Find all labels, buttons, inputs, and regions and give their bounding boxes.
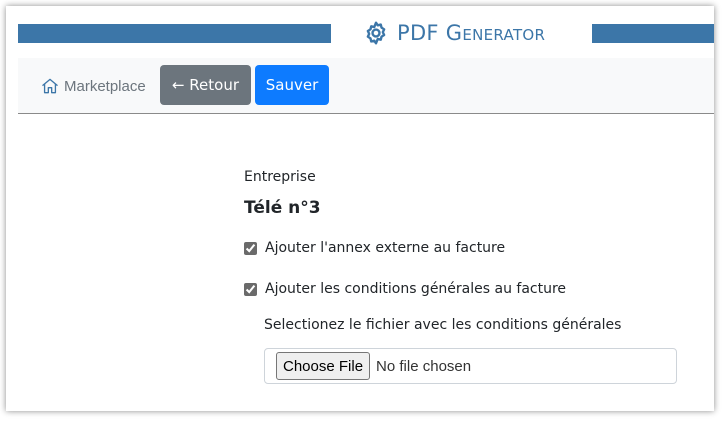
back-button[interactable]: ← Retour [160,65,251,105]
banner-stripe-right [592,24,714,43]
terms-option-label: Ajouter les conditions générales au fact… [265,281,567,297]
annex-checkbox[interactable] [244,241,257,255]
choose-file-button[interactable]: Choose File [276,352,371,380]
app-window: PDF Generator Marketplace ← Retour Sauve… [6,6,714,411]
company-name: Télé n°3 [244,198,321,218]
marketplace-link[interactable]: Marketplace [40,73,146,99]
annex-option[interactable]: Ajouter l'annex externe au facture [244,237,505,259]
save-button[interactable]: Sauver [255,65,329,105]
settings-form: Entreprise Télé n°3 Ajouter l'annex exte… [6,114,714,411]
banner-stripe-left [18,24,331,43]
home-icon [40,76,60,96]
terms-checkbox[interactable] [244,282,257,296]
file-status: No file chosen [376,357,472,375]
marketplace-label: Marketplace [64,77,146,95]
header-banner: PDF Generator [6,6,714,58]
toolbar: Marketplace ← Retour Sauver [18,58,714,114]
app-title-text: PDF Generator [397,21,546,45]
file-input[interactable]: Choose File No file chosen [264,348,677,384]
annex-option-label: Ajouter l'annex externe au facture [265,240,506,256]
file-select-label: Selectionez le fichier avec les conditio… [264,317,622,333]
app-title: PDF Generator [363,16,545,50]
gear-icon [363,20,389,46]
terms-option[interactable]: Ajouter les conditions générales au fact… [244,278,566,300]
company-label: Entreprise [244,169,316,185]
